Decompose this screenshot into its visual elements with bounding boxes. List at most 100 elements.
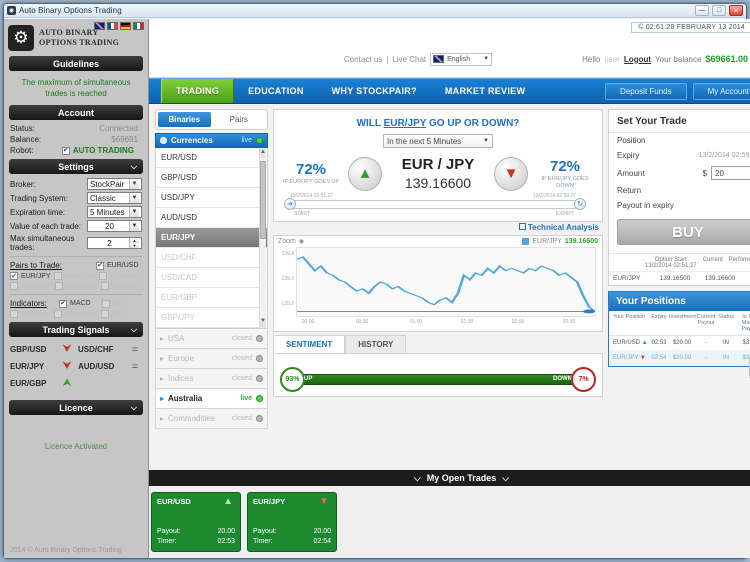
scroll-thumb[interactable] <box>260 161 266 239</box>
pair-checkbox-eurgbp[interactable]: EUR/GBP <box>99 272 142 280</box>
trading-signals-header[interactable]: Trading Signals ⌵ <box>9 322 143 337</box>
category-row-europe[interactable]: ▸ Europe closed <box>155 349 268 369</box>
asset-row-usdcad[interactable]: USD/CAD <box>156 268 267 288</box>
category-header-currencies[interactable]: Currencies live <box>155 133 268 148</box>
live-chat-link[interactable]: Live Chat <box>392 55 426 64</box>
category-status: closed <box>231 375 252 382</box>
trading-system-dropdown[interactable]: Classic ▼ <box>87 192 142 204</box>
legend-swatch <box>522 238 530 245</box>
licence-header[interactable]: Licence ⌵ <box>9 400 143 415</box>
language-flags <box>94 22 144 30</box>
asset-row-usdjpy[interactable]: USD/JPY <box>156 188 267 208</box>
category-row-usa[interactable]: ▸ USA closed <box>155 329 268 349</box>
pair-checkbox-eurjpy[interactable]: EUR/JPY <box>10 272 51 280</box>
sentiment-up-pct: 93% <box>280 367 305 392</box>
expiry-dropdown[interactable]: In the next 5 Minutes ▼ <box>383 134 493 148</box>
flag-de-icon[interactable] <box>120 22 131 30</box>
pos-col-itm-payout: In The Money Payout <box>741 314 750 332</box>
open-trade-tile[interactable]: EUR/USD ▲ Payout: 20.00 Timer: 02:53 <box>151 492 241 552</box>
pair-checkbox-audusd[interactable]: AUD/USD <box>55 282 98 290</box>
amount-dropdown[interactable]: 20 ▼ <box>711 166 750 180</box>
scroll-down-arrow-icon[interactable]: ▼ <box>260 318 266 327</box>
my-account-button[interactable]: My Account <box>692 82 750 100</box>
settings-header[interactable]: Settings ⌵ <box>9 159 143 174</box>
flag-uk-icon[interactable] <box>94 22 105 30</box>
zoom-label[interactable]: Zoom <box>278 238 296 245</box>
nav-item-education[interactable]: EDUCATION <box>234 79 318 103</box>
category-row-indices[interactable]: ▸ Indices closed <box>155 369 268 389</box>
tile-timer: 02:54 <box>313 538 331 545</box>
scroll-up-arrow-icon[interactable]: ▲ <box>260 149 266 158</box>
asset-list-scrollbar[interactable]: ▲ ▼ <box>259 149 266 327</box>
asset-row-eurjpy[interactable]: EUR/JPY <box>156 228 267 248</box>
tile-timer-label: Timer: <box>253 538 273 545</box>
account-status-value: Connected <box>99 124 138 133</box>
signal-row: GBP/USD ⮟ USD/CHF = <box>10 343 142 356</box>
tab-pairs[interactable]: Pairs <box>213 112 266 127</box>
category-status: live <box>240 395 252 402</box>
close-button[interactable]: ✕ <box>729 5 743 16</box>
put-down-button[interactable]: ▼ <box>494 156 528 191</box>
asset-row-eurgbp[interactable]: EUR/GBP <box>156 288 267 308</box>
deposit-funds-button[interactable]: Deposit Funds <box>605 82 687 100</box>
indicator-checkbox-cci[interactable]: CCI <box>101 310 142 318</box>
asset-row-audusd[interactable]: AUD/USD <box>156 208 267 228</box>
flag-it-icon[interactable] <box>133 22 144 30</box>
my-open-trades-bar[interactable]: ⌵ My Open Trades ⌵ <box>149 470 750 486</box>
category-row-commodities[interactable]: ▸ Commodities closed <box>155 409 268 429</box>
indicator-checkbox-rsi[interactable]: RSI <box>102 299 142 308</box>
positions-header: Your Position Expiry Investment Current … <box>609 311 750 336</box>
language-dropdown[interactable]: English ▼ <box>430 52 493 66</box>
position-row[interactable]: EUR/JPY ▼ 02:54 $20.00 - IN $34.4 <box>609 351 750 366</box>
timeline-start-handle[interactable]: ➔ <box>284 198 296 210</box>
nav-item-trading[interactable]: TRADING <box>161 79 235 103</box>
expiration-time-dropdown[interactable]: 5 Minutes ▼ <box>87 206 142 218</box>
tab-sentiment[interactable]: SENTIMENT <box>273 335 346 353</box>
timeline-start-label: START <box>294 211 310 217</box>
contact-us-link[interactable]: Contact us <box>344 55 382 64</box>
max-simultaneous-stepper[interactable]: 2 ▲ ▼ <box>87 237 142 249</box>
asset-row-gbpjpy[interactable]: GBP/JPY <box>156 308 267 328</box>
minimize-button[interactable]: — <box>695 5 709 16</box>
timeline-start-time: 13/2/2014 02:51:27 <box>290 193 334 199</box>
stepper-arrows[interactable]: ▲ ▼ <box>129 238 139 248</box>
nav-item-market-review[interactable]: MARKET REVIEW <box>431 79 539 103</box>
your-positions-panel: Your Positions Your Position Expiry Inve… <box>608 291 750 367</box>
tab-binaries[interactable]: Binaries <box>158 112 211 127</box>
tab-history[interactable]: HISTORY <box>345 335 407 353</box>
indicator-checkbox-macd[interactable]: MACD <box>59 299 99 308</box>
account-header[interactable]: Account <box>9 105 143 120</box>
guidelines-header[interactable]: Guidelines <box>9 56 143 71</box>
category-row-australia[interactable]: ▸ Australia live <box>155 389 268 409</box>
pairs-row-3: USD/CHF AUD/USD USD/JPY <box>4 281 148 291</box>
asset-row-eurusd[interactable]: EUR/USD <box>156 148 267 168</box>
open-trade-tile[interactable]: EUR/JPY ▼ Payout: 20.00 Timer: 02:54 <box>247 492 337 552</box>
buy-button[interactable]: BUY <box>617 219 750 245</box>
account-balance-row: Balance: $69691 <box>4 134 148 145</box>
indicator-checkbox-stoch[interactable]: STOCH <box>10 310 51 318</box>
expiry-label: Expiry <box>617 151 640 160</box>
pair-checkbox-gbpusd[interactable]: GBP/USD <box>53 272 96 280</box>
technical-analysis-link[interactable]: Technical Analysis <box>273 222 603 234</box>
maximize-button[interactable]: □ <box>712 5 726 16</box>
position-row[interactable]: EUR/USD ▲ 02:53 $20.00 - IN $33.4 <box>609 336 750 351</box>
zoom-toggle-icon[interactable]: ◉ <box>299 238 304 245</box>
pair-checkbox-usdjpy[interactable]: USD/JPY <box>100 282 142 290</box>
pos-investment: $20.00 <box>672 340 692 346</box>
asset-row-gbpusd[interactable]: GBP/USD <box>156 168 267 188</box>
trade-payout-row: Payout in expiry <box>609 198 750 213</box>
broker-dropdown[interactable]: StockPair ▼ <box>87 178 142 190</box>
logout-link[interactable]: Logout <box>624 55 651 64</box>
pair-checkbox-usdchf[interactable]: USD/CHF <box>10 282 52 290</box>
pair-checkbox-eurusd[interactable]: EUR/USD <box>96 261 142 270</box>
pos-pair: EUR/JPY ▼ <box>613 355 646 361</box>
trade-value-dropdown[interactable]: 20 ▼ <box>87 220 142 232</box>
indicator-checkbox-williams[interactable]: WILLIAMS <box>53 310 98 318</box>
asset-row-usdchf[interactable]: USD/CHF <box>156 248 267 268</box>
call-up-button[interactable]: ▲ <box>348 156 382 191</box>
category-status: closed <box>231 415 252 422</box>
flag-fr-icon[interactable] <box>107 22 118 30</box>
auto-trading-checkbox[interactable] <box>61 146 70 155</box>
nav-item-why-stockpair[interactable]: WHY STOCKPAIR? <box>318 79 431 103</box>
timeline-expiry-handle[interactable]: ↻ <box>574 198 586 210</box>
